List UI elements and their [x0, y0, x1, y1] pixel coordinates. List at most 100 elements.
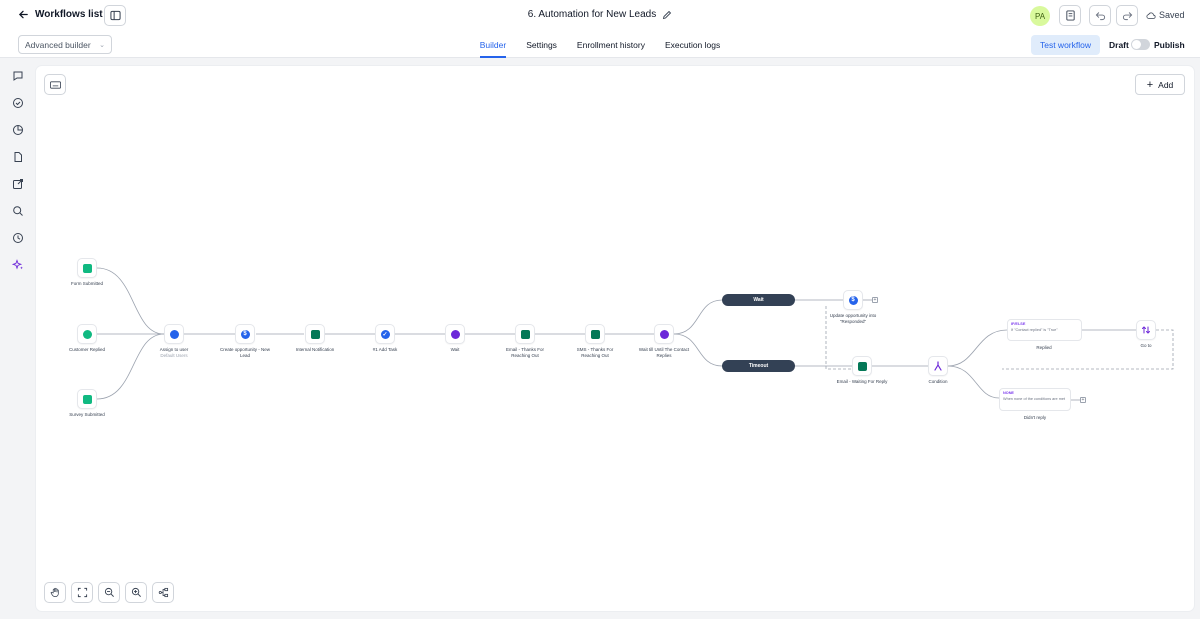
- action-label: Create opportunity - New Lead: [219, 347, 271, 358]
- mail-icon: [857, 361, 867, 371]
- action-label: #1 Add Task: [372, 347, 398, 352]
- trigger-form-submitted[interactable]: [77, 258, 97, 278]
- external-link-icon[interactable]: [11, 177, 25, 191]
- branch-rule: When none of the conditions are met: [1003, 397, 1066, 401]
- chat-bubble-icon: [82, 329, 92, 339]
- cloud-check-icon: [1146, 12, 1156, 19]
- trigger-customer-replied[interactable]: [77, 324, 97, 344]
- action-update-opportunity[interactable]: $: [843, 290, 863, 310]
- document-icon: [1065, 10, 1075, 21]
- branch-none-card[interactable]: NONE When none of the conditions are met: [999, 388, 1071, 411]
- fit-view-button[interactable]: [71, 582, 93, 603]
- branch-wait-pill[interactable]: Wait: [722, 294, 795, 306]
- workflow-canvas[interactable]: + Add Form Submitted Customer Replied Su…: [36, 66, 1194, 611]
- trigger-label: Survey Submitted: [69, 412, 105, 417]
- check-circle-icon[interactable]: [11, 96, 25, 110]
- layout-tree-icon: [158, 587, 168, 598]
- action-label: Internal Notification: [295, 347, 335, 352]
- saved-label: Saved: [1159, 10, 1185, 20]
- action-label: Wait: [450, 347, 460, 352]
- keyboard-shortcuts-button[interactable]: [44, 74, 66, 95]
- redo-icon: [1122, 12, 1132, 21]
- file-icon[interactable]: [11, 150, 25, 164]
- publish-label: Publish: [1154, 40, 1185, 50]
- action-email-waiting[interactable]: [852, 356, 872, 376]
- bell-icon: [310, 329, 320, 339]
- saved-status: Saved: [1146, 10, 1185, 20]
- trigger-survey-submitted[interactable]: [77, 389, 97, 409]
- action-wait-until-reply[interactable]: [654, 324, 674, 344]
- action-label: Update opportunity into "Responded": [829, 313, 877, 324]
- pan-tool-button[interactable]: [44, 582, 66, 603]
- tab-builder[interactable]: Builder: [479, 31, 507, 58]
- action-goto[interactable]: [1136, 320, 1156, 340]
- tab-bar: Builder Settings Enrollment history Exec…: [0, 31, 1200, 58]
- add-node-button[interactable]: + Add: [1135, 74, 1185, 95]
- chat-icon[interactable]: [11, 69, 25, 83]
- builder-toolbar: Advanced builder ⌄ Builder Settings Enro…: [0, 31, 1200, 58]
- add-step-icon[interactable]: +: [1080, 397, 1086, 403]
- panel-icon: [109, 10, 121, 21]
- action-label: Go to: [1140, 343, 1152, 348]
- action-sms-thanks[interactable]: [585, 324, 605, 344]
- versions-button[interactable]: [1059, 5, 1081, 26]
- task-check-icon: ✓: [380, 329, 390, 339]
- clock-icon: [450, 329, 460, 339]
- action-label: Wait till Until The Contact Replies: [638, 347, 690, 358]
- ai-sparkle-icon[interactable]: [11, 258, 25, 272]
- publish-toggle[interactable]: [1131, 39, 1150, 50]
- action-label: Assign to user Default Users: [159, 347, 189, 358]
- action-label: Email - Thanks For Reaching Out: [506, 347, 544, 358]
- zoom-in-button[interactable]: [125, 582, 147, 603]
- history-icon[interactable]: [11, 231, 25, 245]
- builder-mode-value: Advanced builder: [25, 39, 91, 50]
- sms-icon: [590, 329, 600, 339]
- tab-enrollment-history[interactable]: Enrollment history: [577, 31, 645, 58]
- action-create-opportunity[interactable]: $: [235, 324, 255, 344]
- branch-label: Didn't reply: [1023, 415, 1047, 420]
- search-icon[interactable]: [11, 204, 25, 218]
- add-step-icon[interactable]: +: [872, 297, 878, 303]
- tab-execution-logs[interactable]: Execution logs: [665, 31, 720, 58]
- pie-chart-icon[interactable]: [11, 123, 25, 137]
- action-label: SMS - Thanks For Reaching Out: [576, 347, 614, 358]
- fit-screen-icon: [77, 587, 87, 598]
- condition-label: Condition: [928, 379, 948, 384]
- back-to-workflows-link[interactable]: Workflows list: [18, 9, 103, 20]
- workflow-title[interactable]: 6. Automation for New Leads: [528, 9, 672, 20]
- add-label: Add: [1158, 79, 1174, 90]
- action-internal-notification[interactable]: [305, 324, 325, 344]
- dollar-icon: $: [848, 295, 858, 305]
- user-avatar[interactable]: PA: [1030, 6, 1050, 26]
- condition-node[interactable]: [928, 356, 948, 376]
- action-wait[interactable]: [445, 324, 465, 344]
- branch-label: Replied: [1036, 345, 1052, 350]
- action-add-task[interactable]: ✓: [375, 324, 395, 344]
- test-workflow-button[interactable]: Test workflow: [1031, 35, 1100, 55]
- builder-mode-select[interactable]: Advanced builder ⌄: [18, 35, 112, 54]
- branch-timeout-pill[interactable]: Timeout: [722, 360, 795, 372]
- action-label: Email - Waiting For Reply: [836, 379, 888, 384]
- edit-pencil-icon[interactable]: [662, 10, 672, 20]
- trigger-label: Form Submitted: [70, 281, 103, 286]
- sidebar-toggle-button[interactable]: [104, 5, 126, 26]
- tab-settings[interactable]: Settings: [526, 31, 557, 58]
- action-assign-user[interactable]: [164, 324, 184, 344]
- auto-layout-button[interactable]: [152, 582, 174, 603]
- chevron-down-icon: ⌄: [99, 42, 105, 49]
- action-email-thanks[interactable]: [515, 324, 535, 344]
- plus-icon: +: [1146, 78, 1154, 91]
- branch-tag: NONE: [1003, 391, 1014, 395]
- branch-replied-card[interactable]: IF/ELSE If "Contact replied" is "True": [1007, 319, 1082, 341]
- draft-label: Draft: [1109, 40, 1129, 50]
- mail-icon: [520, 329, 530, 339]
- undo-button[interactable]: [1089, 5, 1111, 26]
- redo-button[interactable]: [1116, 5, 1138, 26]
- branch-tag: IF/ELSE: [1011, 322, 1026, 326]
- clock-icon: [659, 329, 669, 339]
- clipboard-icon: [82, 263, 92, 273]
- zoom-out-button[interactable]: [98, 582, 120, 603]
- arrow-left-icon: [18, 10, 28, 19]
- trigger-label: Customer Replied: [68, 347, 105, 352]
- undo-icon: [1095, 12, 1105, 21]
